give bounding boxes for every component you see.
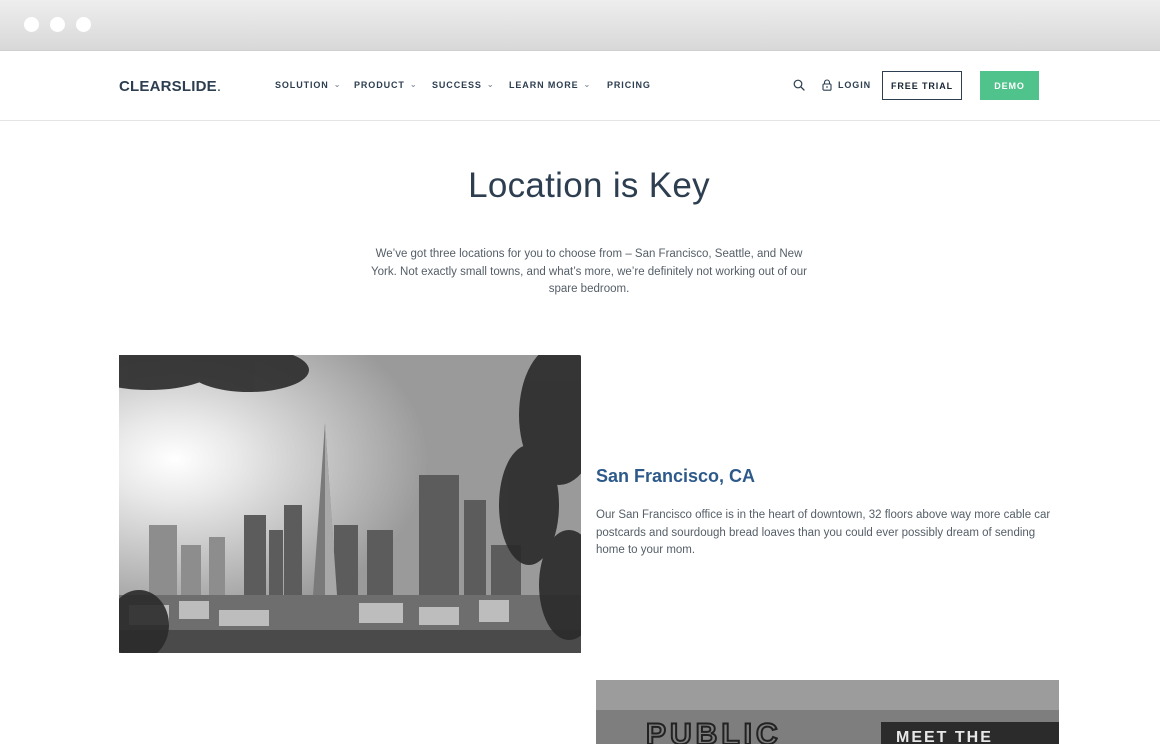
logo-dot: . [216, 78, 222, 95]
nav-item-label: LEARN MORE [509, 80, 579, 90]
window-close-dot[interactable] [24, 17, 39, 32]
nav-item-learn-more[interactable]: LEARN MORE ⌄ [509, 80, 591, 90]
lock-icon [822, 79, 832, 91]
chevron-down-icon: ⌄ [486, 80, 495, 89]
nav-item-label: PRODUCT [354, 80, 405, 90]
seattle-market-photo: PUBLIC MEET THE [596, 680, 1059, 744]
clearslide-logo[interactable]: CLEARSLIDE. [119, 78, 221, 95]
browser-chrome [0, 0, 1160, 51]
san-francisco-photo [119, 355, 581, 653]
chevron-down-icon: ⌄ [409, 80, 418, 89]
chevron-down-icon: ⌄ [583, 80, 592, 89]
location-title-san-francisco: San Francisco, CA [596, 466, 756, 486]
nav-item-label: SUCCESS [432, 80, 482, 90]
nav-item-success[interactable]: SUCCESS ⌄ [432, 80, 494, 90]
nav-item-product[interactable]: PRODUCT ⌄ [354, 80, 417, 90]
intro-paragraph: We’ve got three locations for you to cho… [371, 248, 807, 295]
search-icon[interactable] [793, 79, 805, 91]
logo-wordmark: CLEARSLIDE [119, 78, 217, 95]
location-description-san-francisco: Our San Francisco office is in the heart… [596, 509, 1051, 556]
demo-button[interactable]: DEMO [980, 71, 1039, 100]
free-trial-button[interactable]: FREE TRIAL [882, 71, 962, 100]
nav-item-solution[interactable]: SOLUTION ⌄ [275, 80, 341, 90]
nav-item-label: PRICING [607, 80, 651, 90]
market-sign-right-text: MEET THE [896, 729, 993, 744]
nav-item-label: SOLUTION [275, 80, 329, 90]
page-title: Location is Key [468, 166, 710, 205]
window-minimize-dot[interactable] [50, 17, 65, 32]
login-link[interactable]: LOGIN [838, 80, 871, 90]
nav-item-pricing[interactable]: PRICING [607, 80, 651, 90]
top-navigation: CLEARSLIDE. SOLUTION ⌄ PRODUCT ⌄ SUCCESS ⌄ … [0, 51, 1160, 121]
market-sign-left-text: PUBLIC [646, 718, 782, 744]
window-maximize-dot[interactable] [76, 17, 91, 32]
chevron-down-icon: ⌄ [333, 80, 342, 89]
